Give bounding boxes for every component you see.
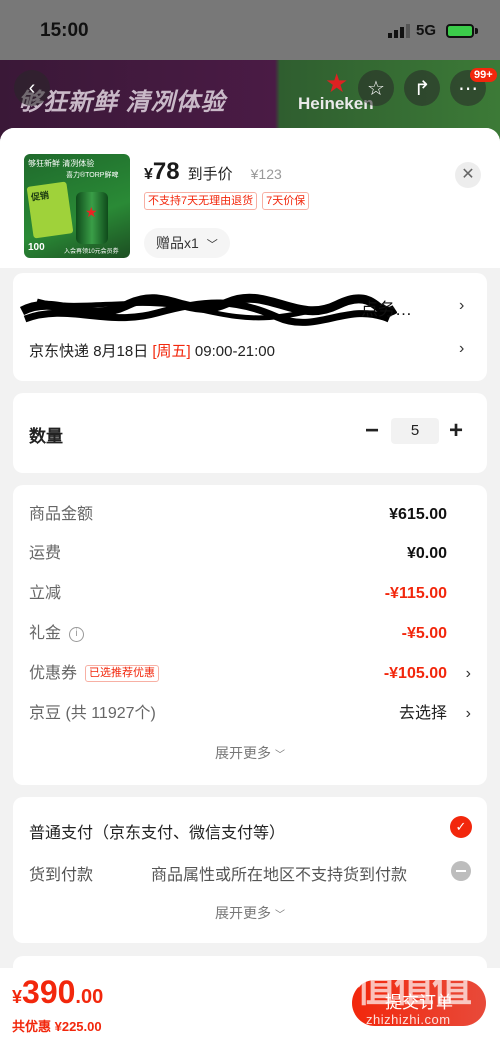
fee-value: ¥615.00 <box>389 506 447 523</box>
quantity-card: 数量 − 5 + <box>13 393 487 473</box>
fee-row-jingdou[interactable]: 京豆 (共 11927个) 去选择 › <box>29 699 471 729</box>
gift-selector[interactable]: 赠品x1 ﹀ <box>144 228 230 258</box>
payment-cod-note: 商品属性或所在地区不支持货到付款 <box>151 867 408 884</box>
check-icon[interactable]: ✓ <box>450 816 472 838</box>
fee-row-discount: 立减 -¥115.00 <box>29 579 471 609</box>
chevron-down-icon: ﹀ <box>274 750 285 761</box>
fee-value: 去选择 <box>398 705 447 722</box>
original-price: ¥123 <box>250 166 282 182</box>
chevron-right-icon: › <box>465 665 471 682</box>
fee-row-gift-money: 礼金 i -¥5.00 <box>29 619 471 649</box>
address-tail-text: 点务… <box>361 300 412 319</box>
network-type: 5G <box>416 22 437 39</box>
recommended-coupon-tag: 已选推荐优惠 <box>85 665 160 682</box>
fee-value: -¥5.00 <box>401 625 447 642</box>
fee-label-wrap: 优惠券 已选推荐优惠 <box>29 659 160 689</box>
payment-option-normal[interactable]: 普通支付（京东支付、微信支付等） <box>29 819 285 843</box>
fee-label: 礼金 <box>29 625 62 642</box>
shipping-time: 09:00-21:00 <box>194 343 275 360</box>
thumb-text-amount: 100 <box>28 242 45 253</box>
payment-card: 普通支付（京东支付、微信支付等） ✓ 货到付款 商品属性或所在地区不支持货到付款… <box>13 797 487 943</box>
thumb-text-promo: 喜力®TORP鲜啤 <box>66 172 119 179</box>
shipping-carrier: 京东快递 <box>29 343 90 360</box>
product-thumbnail[interactable]: 够狂新鲜 清冽体验 喜力®TORP鲜啤 促销 ★ 100 入会再领10元会员券 <box>24 154 130 258</box>
expand-more-label: 展开更多 <box>215 745 272 761</box>
quantity-plus-button[interactable]: + <box>444 416 468 446</box>
quantity-minus-button[interactable]: − <box>360 416 384 446</box>
quantity-input[interactable]: 5 <box>391 418 439 444</box>
share-button[interactable]: ↱ <box>404 70 440 106</box>
watermark-logo: 值值值 <box>356 966 472 1010</box>
price-row: ¥ 78 到手价 ¥123 <box>144 158 282 188</box>
product-tags: 不支持7天无理由退货 7天价保 <box>144 192 310 210</box>
thumb-text-coupon: 入会再领10元会员券 <box>64 249 119 255</box>
chevron-down-icon: ﹀ <box>206 239 218 251</box>
watermark-url: zhizhizhi.com <box>366 1012 451 1027</box>
payment-option-cod: 货到付款 <box>29 867 94 884</box>
shipping-info[interactable]: 京东快递 8月18日 [周五] 09:00-21:00 <box>29 340 275 361</box>
fee-label-wrap: 礼金 i <box>29 619 85 649</box>
redacted-address-scribble <box>19 293 397 326</box>
fee-label: 运费 <box>29 545 62 562</box>
close-button[interactable]: ✕ <box>455 162 481 188</box>
fee-label: 商品金额 <box>29 506 94 523</box>
quantity-label: 数量 <box>29 427 63 446</box>
close-icon: ✕ <box>461 166 475 183</box>
product-summary: 够狂新鲜 清冽体验 喜力®TORP鲜啤 促销 ★ 100 入会再领10元会员券 … <box>0 128 500 268</box>
favorite-button[interactable]: ☆ <box>358 70 394 106</box>
price-value: 78 <box>152 158 180 185</box>
order-sheet: 够狂新鲜 清冽体验 喜力®TORP鲜啤 促销 ★ 100 入会再领10元会员券 … <box>0 128 500 1038</box>
fee-row-coupon[interactable]: 优惠券 已选推荐优惠 -¥105.00 › <box>29 659 471 689</box>
shipping-date: 8月18日 <box>93 343 149 360</box>
chevron-right-icon: › <box>459 297 465 314</box>
more-badge: 99+ <box>470 68 497 82</box>
price-currency: ¥ <box>144 166 153 183</box>
chevron-right-icon: › <box>465 705 471 722</box>
fee-label: 京豆 (共 11927个) <box>29 705 156 722</box>
fee-value: ¥0.00 <box>406 545 447 562</box>
thumb-side-label: 促销 <box>26 181 74 239</box>
fee-label: 优惠券 <box>29 665 78 682</box>
address-card[interactable]: 点务… › 京东快递 8月18日 [周五] 09:00-21:00 › <box>13 273 487 381</box>
gift-label: 赠品x1 <box>156 235 199 251</box>
chevron-right-icon: › <box>459 340 465 357</box>
fee-breakdown-card: 商品金额 ¥615.00 运费 ¥0.00 立减 -¥115.00 礼金 i -¥… <box>13 485 487 785</box>
battery-tip <box>475 28 478 34</box>
total-integer: 390 <box>22 974 76 1010</box>
shipping-weekday: [周五] <box>152 343 191 360</box>
status-bar: 15:00 5G <box>0 0 500 60</box>
disabled-icon <box>451 861 471 881</box>
back-button[interactable]: ‹ <box>14 70 50 106</box>
fee-row-goods: 商品金额 ¥615.00 <box>29 500 471 530</box>
chevron-down-icon: ﹀ <box>274 910 285 921</box>
info-icon[interactable]: i <box>69 627 85 642</box>
expand-more-button[interactable]: 展开更多 ﹀ <box>13 743 487 763</box>
price-label: 到手价 <box>187 166 233 183</box>
can-star-icon: ★ <box>85 204 98 220</box>
expand-more-label: 展开更多 <box>215 905 272 921</box>
total-currency: ¥ <box>12 987 23 1007</box>
total-savings: 共优惠 ¥225.00 <box>12 1019 102 1034</box>
fee-row-shipping: 运费 ¥0.00 <box>29 539 471 569</box>
status-time: 15:00 <box>40 20 89 41</box>
thumb-text-top: 够狂新鲜 清冽体验 <box>28 159 95 168</box>
total-decimal: .00 <box>75 986 104 1008</box>
fee-value: -¥115.00 <box>384 585 447 602</box>
signal-icon <box>388 24 410 38</box>
order-total: ¥390.00 <box>12 974 103 1011</box>
payment-expand-more-button[interactable]: 展开更多 ﹀ <box>13 903 487 923</box>
fee-label: 立减 <box>29 585 62 602</box>
tag-price-protect[interactable]: 7天价保 <box>262 192 310 210</box>
tag-no-return: 不支持7天无理由退货 <box>144 192 258 210</box>
battery-icon <box>446 24 474 38</box>
fee-value: -¥105.00 <box>383 665 447 682</box>
